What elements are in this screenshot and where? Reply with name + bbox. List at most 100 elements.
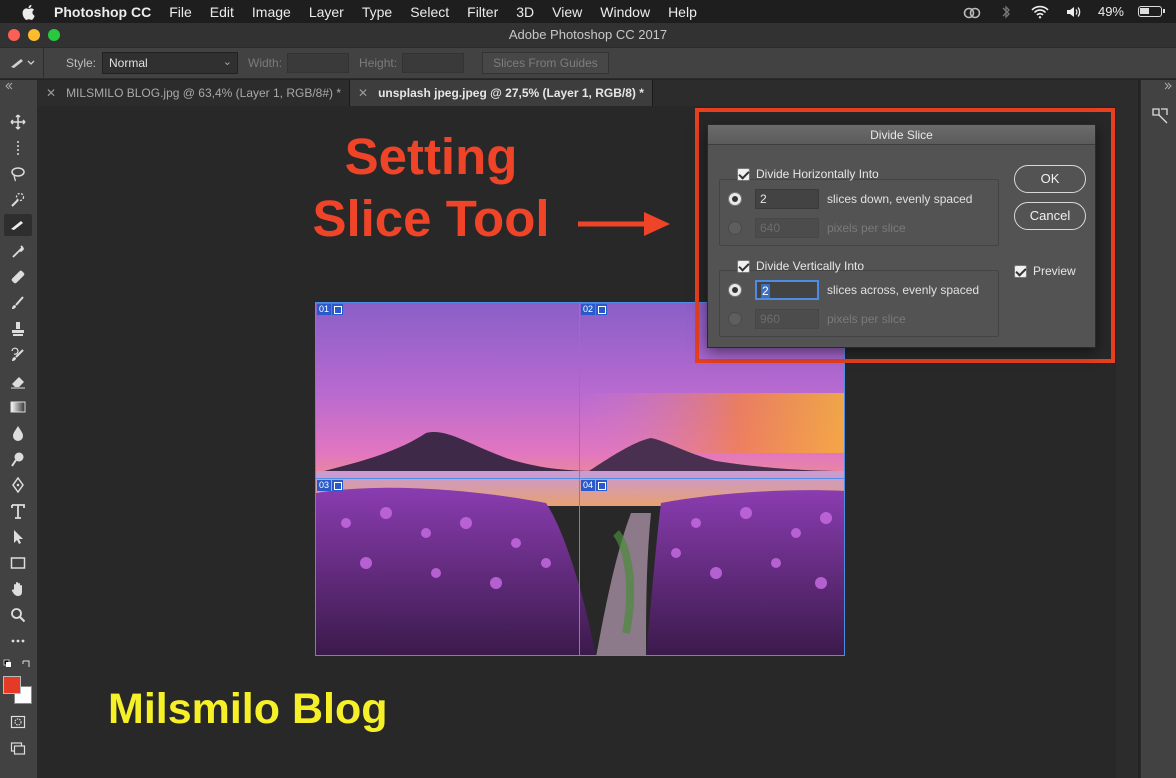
- slice-divider-vertical[interactable]: [579, 303, 580, 655]
- h-pixels-radio[interactable]: [728, 221, 742, 235]
- v-pixels-radio[interactable]: [728, 312, 742, 326]
- ok-button[interactable]: OK: [1014, 165, 1086, 193]
- menu-image[interactable]: Image: [252, 4, 291, 20]
- tab-label: unsplash jpeg.jpeg @ 27,5% (Layer 1, RGB…: [378, 86, 644, 100]
- bandage-icon: [11, 270, 25, 284]
- blur-tool[interactable]: [4, 422, 32, 444]
- v-slices-input[interactable]: 2: [755, 280, 819, 300]
- menu-window[interactable]: Window: [600, 4, 650, 20]
- gradient-tool[interactable]: [4, 396, 32, 418]
- quick-selection-tool[interactable]: [4, 189, 32, 211]
- default-swap-colors-icon[interactable]: [3, 658, 33, 670]
- checkbox-checked: [737, 259, 750, 273]
- slice-tool[interactable]: [4, 214, 32, 236]
- menu-select[interactable]: Select: [410, 4, 449, 20]
- rectangle-tool[interactable]: [4, 552, 32, 574]
- tool-preset-picker[interactable]: [0, 47, 44, 79]
- battery-icon[interactable]: [1138, 6, 1165, 17]
- expand-panels-icon[interactable]: [1163, 82, 1173, 90]
- lasso-tool[interactable]: [4, 163, 32, 185]
- quick-selection-icon: [11, 192, 25, 207]
- screen-mode-button[interactable]: [4, 737, 32, 759]
- v-slices-text: slices across, evenly spaced: [827, 283, 980, 297]
- hand-tool[interactable]: [4, 578, 32, 600]
- path-selection-tool[interactable]: [4, 526, 32, 548]
- edit-toolbar-button[interactable]: [4, 630, 32, 652]
- quick-mask-icon: [10, 715, 26, 729]
- right-panel-dock: [1140, 80, 1176, 778]
- dodge-tool[interactable]: [4, 448, 32, 470]
- foreground-color-swatch[interactable]: [3, 676, 21, 694]
- menu-type[interactable]: Type: [362, 4, 392, 20]
- pen-icon: [12, 477, 24, 493]
- tab-milsmilo-blog[interactable]: ✕ MILSMILO BLOG.jpg @ 63,4% (Layer 1, RG…: [38, 80, 351, 106]
- marquee-icon: [17, 141, 19, 155]
- bluetooth-icon[interactable]: [996, 4, 1016, 19]
- headline-line-1: Setting: [344, 128, 518, 185]
- zoom-tool[interactable]: [4, 604, 32, 626]
- height-field[interactable]: [402, 53, 465, 73]
- marquee-tool[interactable]: [4, 137, 32, 159]
- pen-tool[interactable]: [4, 474, 32, 496]
- v-pixels-input[interactable]: 960: [755, 309, 819, 329]
- tab-unsplash-jpeg[interactable]: ✕ unsplash jpeg.jpeg @ 27,5% (Layer 1, R…: [350, 80, 653, 106]
- menu-help[interactable]: Help: [668, 4, 697, 20]
- slices-from-guides-button[interactable]: Slices From Guides: [482, 52, 609, 74]
- properties-panel-icon[interactable]: [1150, 106, 1170, 126]
- close-window-button[interactable]: [8, 29, 20, 41]
- width-field[interactable]: [287, 53, 350, 73]
- h-pixels-input[interactable]: 640: [755, 218, 819, 238]
- menu-view[interactable]: View: [552, 4, 582, 20]
- slice-badge-03[interactable]: 03: [317, 480, 344, 491]
- menu-layer[interactable]: Layer: [309, 4, 344, 20]
- cancel-button[interactable]: Cancel: [1014, 202, 1086, 230]
- slice-image-icon: [596, 480, 608, 491]
- quick-mask-button[interactable]: [4, 711, 32, 733]
- volume-icon[interactable]: [1064, 5, 1084, 19]
- menu-filter[interactable]: Filter: [467, 4, 498, 20]
- h-slices-radio[interactable]: [728, 192, 742, 206]
- slice-knife-icon: [11, 221, 23, 230]
- gradient-icon: [10, 401, 26, 413]
- slice-number: 04: [581, 480, 596, 491]
- preview-checkbox[interactable]: Preview: [1014, 264, 1076, 278]
- history-brush-tool[interactable]: [4, 344, 32, 366]
- style-dropdown[interactable]: Normal ⌄: [102, 52, 239, 74]
- options-bar: Style: Normal ⌄ Width: Height: Slices Fr…: [0, 47, 1176, 79]
- close-tab-icon[interactable]: ✕: [358, 86, 368, 100]
- menu-edit[interactable]: Edit: [210, 4, 234, 20]
- more-icon: [11, 639, 25, 643]
- minimize-window-button[interactable]: [28, 29, 40, 41]
- wifi-icon[interactable]: [1030, 5, 1050, 19]
- eraser-tool[interactable]: [4, 370, 32, 392]
- app-menu[interactable]: Photoshop CC: [54, 4, 151, 20]
- apple-icon[interactable]: [20, 3, 38, 21]
- slice-badge-02[interactable]: 02: [581, 304, 608, 315]
- type-tool[interactable]: [4, 500, 32, 522]
- divide-horizontally-checkbox[interactable]: Divide Horizontally Into: [737, 167, 879, 181]
- chevron-down-icon: ⌄: [222, 56, 233, 68]
- move-tool[interactable]: [4, 111, 32, 133]
- h-slices-input[interactable]: 2: [755, 189, 819, 209]
- close-tab-icon[interactable]: ✕: [46, 86, 56, 100]
- slice-divider-horizontal[interactable]: [316, 478, 844, 479]
- menu-3d[interactable]: 3D: [516, 4, 534, 20]
- v-slices-radio[interactable]: [728, 283, 742, 297]
- v-pixels-text: pixels per slice: [827, 312, 906, 326]
- healing-brush-tool[interactable]: [4, 266, 32, 288]
- collapse-panel-icon[interactable]: [4, 82, 14, 90]
- arrow-pointer-icon: [14, 530, 23, 544]
- menu-file[interactable]: File: [169, 4, 192, 20]
- brush-icon: [12, 296, 24, 309]
- zoom-window-button[interactable]: [48, 29, 60, 41]
- eyedropper-icon: [12, 245, 25, 258]
- eraser-icon: [11, 377, 25, 389]
- creative-cloud-icon[interactable]: [962, 5, 982, 19]
- clone-stamp-tool[interactable]: [4, 318, 32, 340]
- slice-badge-01[interactable]: 01: [317, 304, 344, 315]
- brush-tool[interactable]: [4, 292, 32, 314]
- eyedropper-tool[interactable]: [4, 240, 32, 262]
- slice-image-icon: [332, 304, 344, 315]
- divide-vertically-checkbox[interactable]: Divide Vertically Into: [737, 259, 864, 273]
- slice-badge-04[interactable]: 04: [581, 480, 608, 491]
